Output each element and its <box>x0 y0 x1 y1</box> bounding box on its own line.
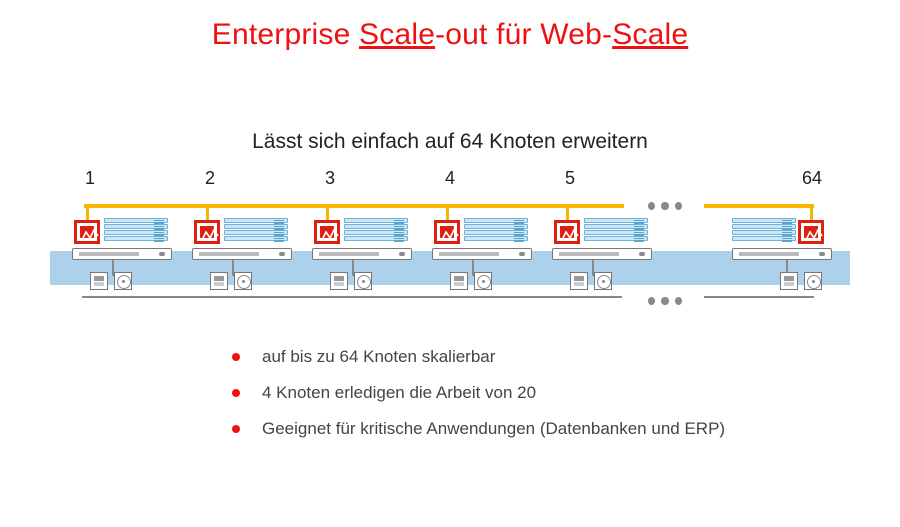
node-label: 2 <box>205 168 215 189</box>
drives <box>210 272 252 290</box>
drives <box>450 272 492 290</box>
server-icon <box>104 218 168 246</box>
compute-icon <box>434 220 460 244</box>
drive-icon <box>210 272 228 290</box>
rack-icon <box>72 248 172 260</box>
ellipsis-icon <box>648 201 682 211</box>
node-labels-row: 1 2 3 4 5 64 <box>50 168 850 190</box>
disk-icon <box>234 272 252 290</box>
node-label: 64 <box>802 168 822 189</box>
drive-icon <box>780 272 798 290</box>
drives <box>330 272 372 290</box>
drives <box>780 272 822 290</box>
disk-icon <box>474 272 492 290</box>
feature-bullets: auf bis zu 64 Knoten skalierbar 4 Knoten… <box>232 346 900 440</box>
storage-bus-right <box>704 296 814 298</box>
compute-icon <box>554 220 580 244</box>
bullet-item: Geeignet für kritische Anwendungen (Date… <box>232 418 900 440</box>
node-label: 5 <box>565 168 575 189</box>
disk-icon <box>354 272 372 290</box>
page-title: Enterprise Scale-out für Web-Scale <box>0 0 900 52</box>
server-icon <box>584 218 648 246</box>
drives <box>570 272 612 290</box>
rack-icon <box>312 248 412 260</box>
bullet-item: 4 Knoten erledigen die Arbeit von 20 <box>232 382 900 404</box>
title-part: -out für Web- <box>435 18 612 51</box>
rack-icon <box>732 248 832 260</box>
drives <box>90 272 132 290</box>
compute-icon <box>798 220 824 244</box>
drive-icon <box>330 272 348 290</box>
disk-icon <box>594 272 612 290</box>
network-bus-left <box>84 204 624 208</box>
rack-icon <box>432 248 532 260</box>
compute-icon <box>314 220 340 244</box>
server-icon <box>464 218 528 246</box>
node-label: 1 <box>85 168 95 189</box>
title-underline-2: Scale <box>612 18 688 51</box>
title-underline-1: Scale <box>359 18 435 51</box>
disk-icon <box>114 272 132 290</box>
rack-icon <box>552 248 652 260</box>
node-label: 3 <box>325 168 335 189</box>
server-icon <box>224 218 288 246</box>
server-icon <box>732 218 796 246</box>
node-label: 4 <box>445 168 455 189</box>
network-bus-right <box>704 204 814 208</box>
server-icon <box>344 218 408 246</box>
drive-icon <box>450 272 468 290</box>
storage-bus-left <box>82 296 622 298</box>
title-part: Enterprise <box>212 18 359 51</box>
diagram-subtitle: Lässt sich einfach auf 64 Knoten erweite… <box>0 130 900 154</box>
drive-icon <box>90 272 108 290</box>
ellipsis-icon <box>648 296 682 306</box>
drive-icon <box>570 272 588 290</box>
compute-icon <box>194 220 220 244</box>
bullet-item: auf bis zu 64 Knoten skalierbar <box>232 346 900 368</box>
compute-icon <box>74 220 100 244</box>
rack-icon <box>192 248 292 260</box>
scaleout-diagram: 1 2 3 4 5 64 <box>50 168 850 318</box>
disk-icon <box>804 272 822 290</box>
